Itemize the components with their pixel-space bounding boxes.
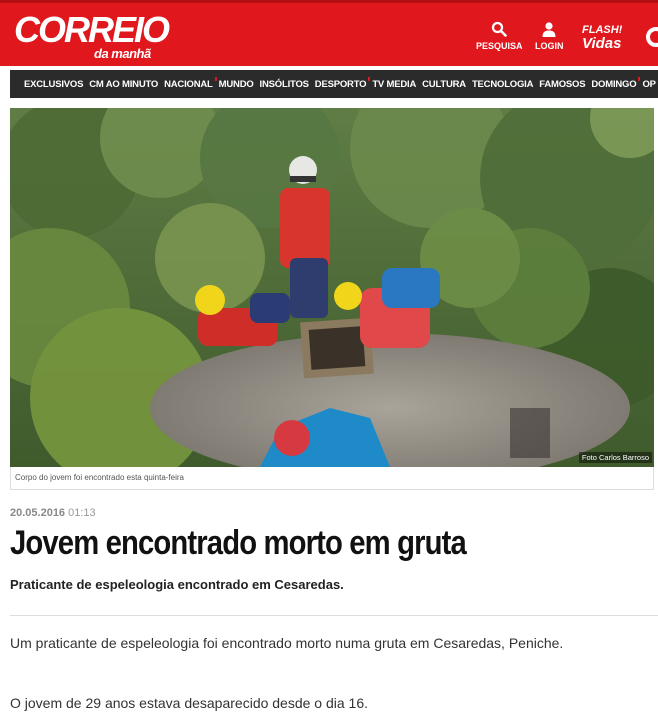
nav-item-ins-litos[interactable]: INSÓLITOS (260, 79, 309, 90)
nav-item-cm-ao-minuto[interactable]: CM AO MINUTO (89, 79, 158, 90)
logo-subtitle: da manhã (94, 46, 151, 61)
search-icon (492, 21, 508, 37)
photo-caption: Corpo do jovem foi encontrado esta quint… (15, 473, 184, 482)
nav-item-mundo[interactable]: MUNDO (219, 79, 254, 90)
cm-logo-icon[interactable] (646, 27, 658, 47)
flash-vidas-link[interactable]: FLASH! Vidas (582, 23, 622, 51)
article-paragraph: Um praticante de espeleologia foi encont… (10, 635, 564, 651)
nav-item-nacional[interactable]: NACIONAL (164, 76, 217, 90)
nav-divider-mark (638, 76, 641, 81)
user-icon (542, 22, 556, 37)
article-photo: Foto Carlos Barroso (10, 108, 654, 467)
nav-item-famosos[interactable]: FAMOSOS (539, 79, 585, 90)
nav-item-tv-media[interactable]: TV MEDIA (372, 79, 416, 90)
article-paragraph: O jovem de 29 anos estava desaparecido d… (10, 695, 369, 711)
photo-credit: Foto Carlos Barroso (578, 452, 652, 463)
login-button[interactable]: LOGIN (535, 21, 564, 51)
date-value: 20.05.2016 (10, 507, 66, 519)
nav-divider-mark (214, 76, 217, 81)
cave-rescue-photo (10, 108, 654, 467)
main-nav: EXCLUSIVOS CM AO MINUTO NACIONAL MUNDO INSÓL… (10, 70, 658, 98)
nav-item-op[interactable]: OP (642, 79, 656, 90)
time-value: 01:13 (68, 507, 96, 519)
nav-divider-mark (368, 76, 371, 81)
article-lead: Praticante de espeleologia encontrado em… (10, 577, 344, 592)
search-label: PESQUISA (476, 41, 523, 51)
site-logo[interactable]: CORREIO da manhã (14, 9, 170, 62)
login-label: LOGIN (535, 41, 564, 51)
site-header: CORREIO da manhã PESQUISA LOGIN FLASH! V… (0, 0, 658, 66)
nav-item-exclusivos[interactable]: EXCLUSIVOS (24, 79, 83, 90)
photo-caption-box: Corpo do jovem foi encontrado esta quint… (10, 467, 654, 490)
logo-wordmark: CORREIO (14, 9, 170, 50)
divider (10, 615, 658, 616)
vidas-label: Vidas (582, 35, 622, 52)
nav-item-cultura[interactable]: CULTURA (422, 79, 466, 90)
nav-item-tecnologia[interactable]: TECNOLOGIA (472, 79, 534, 90)
search-button[interactable]: PESQUISA (476, 21, 523, 51)
article-title: Jovem encontrado morto em gruta (10, 524, 467, 562)
publish-date: 20.05.2016 01:13 (10, 507, 96, 519)
nav-item-desporto[interactable]: DESPORTO (315, 76, 371, 90)
nav-item-domingo[interactable]: DOMINGO (591, 76, 641, 90)
